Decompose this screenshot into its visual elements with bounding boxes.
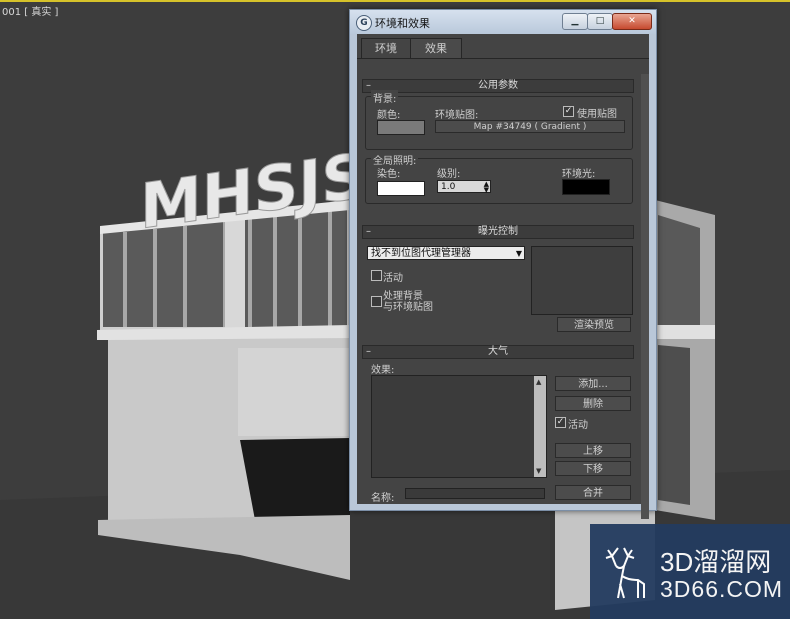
environment-map-button[interactable]: Map #34749 ( Gradient ) bbox=[435, 120, 625, 133]
rollout-title: 大气 bbox=[488, 346, 508, 357]
minimize-icon: ▁ bbox=[571, 16, 579, 26]
atmosphere-active-checkbox[interactable]: ✓ bbox=[555, 417, 566, 428]
exposure-dropdown-value: 找不到位图代理管理器 bbox=[371, 248, 471, 259]
move-down-button[interactable]: 下移 bbox=[555, 461, 631, 476]
exposure-active-label: 活动 bbox=[383, 273, 403, 284]
atmosphere-active-label: 活动 bbox=[568, 420, 588, 431]
use-map-checkbox[interactable]: ✓ bbox=[563, 106, 574, 117]
delete-effect-button[interactable]: 删除 bbox=[555, 396, 631, 411]
close-icon: ✕ bbox=[628, 16, 636, 26]
watermark: 3D溜溜网 3D66.COM bbox=[590, 524, 790, 619]
tab-divider bbox=[357, 58, 649, 59]
tab-bar: 环境 效果 bbox=[357, 38, 649, 59]
viewport-label[interactable]: 001 [ 真实 ] bbox=[2, 3, 58, 18]
minimize-button[interactable]: ▁ bbox=[562, 13, 588, 30]
dialog-client-area: 环境 效果 – 公用参数 背景: 颜色: 环境贴图: ✓ 使用贴图 Map #3… bbox=[357, 34, 649, 519]
background-legend: 背景: bbox=[371, 90, 399, 105]
chevron-down-icon: ▼ bbox=[515, 249, 522, 258]
exposure-dropdown[interactable]: 找不到位图代理管理器 ▼ bbox=[367, 246, 525, 260]
collapse-icon: – bbox=[366, 346, 371, 357]
environment-map-label: 环境贴图: bbox=[435, 110, 479, 121]
tab-environment[interactable]: 环境 bbox=[361, 38, 411, 59]
close-button[interactable]: ✕ bbox=[612, 13, 652, 30]
watermark-title: 3D溜溜网 bbox=[660, 547, 772, 577]
render-preview-button[interactable]: 渲染预览 bbox=[557, 317, 631, 332]
ambient-color-swatch[interactable] bbox=[562, 179, 610, 195]
move-up-button[interactable]: 上移 bbox=[555, 443, 631, 458]
level-label: 级别: bbox=[437, 169, 461, 180]
tab-effects[interactable]: 效果 bbox=[410, 38, 462, 59]
maximize-button[interactable]: □ bbox=[587, 13, 613, 30]
exposure-active-checkbox[interactable] bbox=[371, 270, 382, 281]
process-background-checkbox[interactable] bbox=[371, 296, 382, 307]
merge-button[interactable]: 合并 bbox=[555, 485, 631, 500]
background-color-swatch[interactable] bbox=[377, 120, 425, 135]
scroll-up-icon[interactable]: ▲ bbox=[536, 378, 541, 386]
rollout-exposure-control[interactable]: – 曝光控制 bbox=[362, 225, 634, 239]
rollout-common-parameters[interactable]: – 公用参数 bbox=[362, 79, 634, 93]
collapse-icon: – bbox=[366, 226, 371, 237]
deer-logo-icon bbox=[605, 547, 645, 599]
use-map-label: 使用贴图 bbox=[577, 109, 617, 120]
name-label: 名称: bbox=[371, 493, 395, 504]
level-value: 1.0 bbox=[441, 182, 456, 192]
ambient-label: 环境光: bbox=[562, 169, 596, 180]
panel-scrollbar[interactable] bbox=[641, 74, 649, 519]
spinner-arrows-icon[interactable]: ▲ ▼ bbox=[484, 181, 489, 194]
maximize-icon: □ bbox=[595, 16, 605, 26]
level-spinner[interactable]: 1.0 ▲ ▼ bbox=[437, 180, 491, 194]
effects-list[interactable]: ▲ ▼ bbox=[371, 375, 547, 478]
watermark-domain: 3D66.COM bbox=[660, 576, 784, 602]
rollout-title: 公用参数 bbox=[478, 80, 518, 91]
color-label: 颜色: bbox=[377, 110, 401, 121]
tint-label: 染色: bbox=[377, 169, 401, 180]
tint-color-swatch[interactable] bbox=[377, 181, 425, 196]
effect-name-input[interactable] bbox=[405, 488, 545, 499]
3dsmax-logo-icon: G bbox=[356, 15, 372, 31]
dialog-titlebar[interactable]: G 环境和效果 ▁ □ ✕ bbox=[350, 10, 656, 34]
dialog-title: 环境和效果 bbox=[375, 17, 430, 30]
effects-scrollbar[interactable]: ▲ ▼ bbox=[534, 376, 546, 477]
process-background-label-line2: 与环境贴图 bbox=[383, 302, 433, 313]
rollout-title: 曝光控制 bbox=[478, 226, 518, 237]
scroll-down-icon[interactable]: ▼ bbox=[536, 467, 541, 475]
rollout-atmosphere[interactable]: – 大气 bbox=[362, 345, 634, 359]
exposure-preview-area bbox=[531, 246, 633, 315]
add-effect-button[interactable]: 添加... bbox=[555, 376, 631, 391]
effects-label: 效果: bbox=[371, 365, 395, 376]
environment-effects-dialog: G 环境和效果 ▁ □ ✕ 环境 效果 – 公用参数 背景: 颜色: 环境贴图:… bbox=[349, 9, 657, 519]
